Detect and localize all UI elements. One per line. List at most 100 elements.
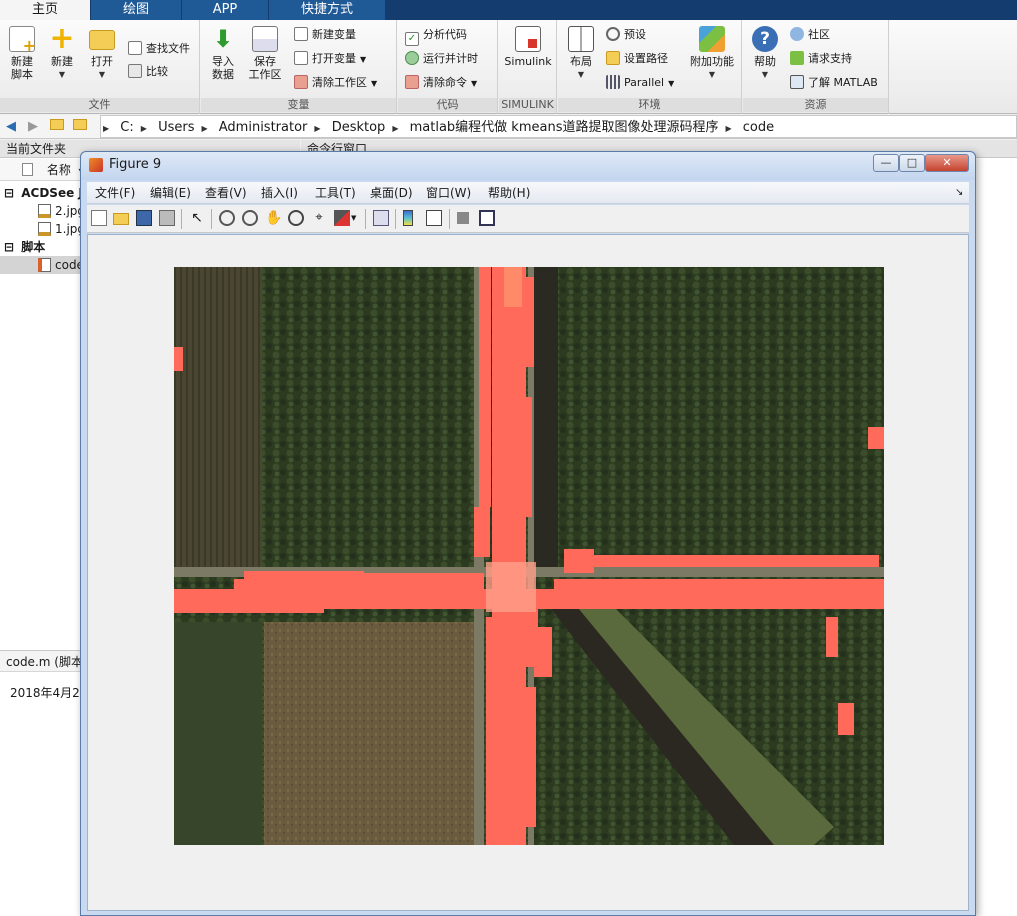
- run-and-time-button[interactable]: 运行并计时: [405, 50, 478, 68]
- collapse-icon: ⊟: [4, 240, 15, 254]
- open-button[interactable]: 打开 ▼: [83, 26, 121, 81]
- help-label: 帮助: [754, 55, 776, 68]
- toolbar-separator: [395, 209, 396, 229]
- crumb-desktop[interactable]: Desktop: [332, 120, 386, 135]
- set-path-button[interactable]: 设置路径: [606, 50, 668, 68]
- menu-tools[interactable]: 工具(T): [315, 182, 356, 204]
- menu-edit[interactable]: 编辑(E): [150, 182, 191, 204]
- simulink-icon: [515, 26, 541, 52]
- up-folder-icon[interactable]: [49, 119, 65, 135]
- layout-button[interactable]: 布局 ▼: [562, 26, 600, 81]
- analyze-code-button[interactable]: ✓ 分析代码: [405, 26, 467, 46]
- new-figure-icon[interactable]: [91, 210, 107, 226]
- learn-matlab-button[interactable]: 了解 MATLAB: [790, 74, 878, 92]
- open-label: 打开: [91, 55, 113, 68]
- crumb-drive[interactable]: C:: [120, 120, 133, 135]
- forest-area: [174, 622, 262, 845]
- new-variable-button[interactable]: 新建变量: [294, 26, 356, 44]
- menu-view[interactable]: 查看(V): [205, 182, 247, 204]
- tab-apps[interactable]: APP: [182, 0, 268, 20]
- dock-arrow-icon[interactable]: ↘: [955, 182, 963, 204]
- figure-title-bar[interactable]: Figure 9 — □ ✕: [81, 152, 975, 180]
- forward-arrow-icon[interactable]: ▶: [25, 119, 41, 135]
- help-button[interactable]: ? 帮助 ▼: [746, 26, 784, 81]
- import-data-button[interactable]: ⬇ 导入 数据: [204, 26, 242, 81]
- new-script-label: 新建 脚本: [11, 55, 33, 81]
- show-tools-icon[interactable]: [479, 210, 495, 226]
- open-variable-button[interactable]: 打开变量 ▼: [294, 50, 366, 68]
- link-icon[interactable]: [373, 210, 389, 226]
- clear-commands-button[interactable]: 清除命令 ▼: [405, 74, 477, 92]
- legend-icon[interactable]: [426, 210, 442, 226]
- parallel-button[interactable]: Parallel ▼: [606, 74, 674, 92]
- menu-insert[interactable]: 插入(I): [261, 182, 298, 204]
- chevron-down-icon[interactable]: ▼: [351, 210, 359, 226]
- brush-icon[interactable]: [334, 210, 350, 226]
- figure-canvas: [87, 234, 969, 911]
- chevron-right-icon: ▶: [314, 124, 321, 133]
- data-cursor-icon[interactable]: ⌖: [311, 210, 327, 226]
- tab-shortcuts[interactable]: 快捷方式: [269, 0, 385, 20]
- crumb-users[interactable]: Users: [158, 120, 194, 135]
- analyze-code-icon: ✓: [405, 32, 419, 46]
- ribbon-group-label: SIMULINK: [499, 98, 556, 112]
- print-icon[interactable]: [159, 210, 175, 226]
- compare-button[interactable]: 比较: [128, 63, 168, 81]
- chevron-down-icon: ▼: [371, 79, 378, 88]
- find-files-button[interactable]: 查找文件: [128, 40, 190, 58]
- new-script-button[interactable]: + 新建 脚本: [3, 26, 41, 81]
- save-icon[interactable]: [136, 210, 152, 226]
- menu-desktop[interactable]: 桌面(D): [370, 182, 413, 204]
- colorbar-icon[interactable]: [403, 210, 413, 226]
- clear-workspace-button[interactable]: 清除工作区 ▼: [294, 74, 377, 92]
- ribbon-group-code: ✓ 分析代码 运行并计时 清除命令 ▼ 代码: [398, 20, 498, 114]
- find-files-label: 查找文件: [146, 42, 190, 55]
- ribbon-group-simulink: Simulink SIMULINK: [499, 20, 557, 114]
- layout-icon: [568, 26, 594, 52]
- clear-workspace-label: 清除工作区: [312, 76, 367, 89]
- crumb-administrator[interactable]: Administrator: [219, 120, 308, 135]
- crumb-code[interactable]: code: [743, 120, 774, 135]
- path-field[interactable]: ▶ C: ▶ Users ▶ Administrator ▶ Desktop ▶ mat…: [100, 115, 1017, 138]
- new-button[interactable]: + 新建 ▼: [43, 24, 81, 81]
- learn-matlab-icon: [790, 75, 804, 89]
- new-variable-label: 新建变量: [312, 28, 356, 41]
- menu-file[interactable]: 文件(F): [95, 182, 135, 204]
- addons-button[interactable]: 附加功能 ▼: [686, 26, 738, 81]
- clear-commands-label: 清除命令: [423, 76, 467, 89]
- jpg-file-icon: [38, 204, 51, 218]
- pan-icon[interactable]: ✋: [265, 210, 282, 226]
- tab-plots[interactable]: 绘图: [91, 0, 181, 20]
- preferences-button[interactable]: 预设: [606, 26, 646, 44]
- crumb-project[interactable]: matlab编程代做 kmeans道路提取图像处理源码程序: [410, 120, 719, 135]
- file-icon: [22, 163, 33, 176]
- community-button[interactable]: 社区: [790, 26, 830, 44]
- chevron-down-icon: ▼: [708, 70, 716, 79]
- ribbon-group-variable: ⬇ 导入 数据 保存 工作区 新建变量 打开变量 ▼ 清除工作区 ▼ 变量: [201, 20, 397, 114]
- set-path-label: 设置路径: [624, 52, 668, 65]
- column-name-header[interactable]: 名称: [47, 163, 71, 177]
- maximize-button[interactable]: □: [899, 154, 925, 172]
- minimize-button[interactable]: —: [873, 154, 899, 172]
- pointer-icon[interactable]: ↖: [189, 210, 205, 226]
- request-support-button[interactable]: 请求支持: [790, 50, 852, 68]
- menu-help[interactable]: 帮助(H): [488, 182, 530, 204]
- zoom-in-icon[interactable]: [219, 210, 235, 226]
- rotate-icon[interactable]: [288, 210, 304, 226]
- import-data-label: 导入 数据: [212, 55, 234, 81]
- matlab-logo-icon: [89, 158, 103, 172]
- simulink-button[interactable]: Simulink: [501, 26, 555, 68]
- hide-tools-icon[interactable]: [457, 212, 469, 224]
- chevron-right-icon: ▶: [140, 124, 147, 133]
- road-segmentation-image[interactable]: [174, 267, 884, 845]
- open-file-icon[interactable]: [113, 213, 129, 225]
- save-workspace-button[interactable]: 保存 工作区: [246, 26, 284, 81]
- close-button[interactable]: ✕: [925, 154, 969, 172]
- browse-folder-icon[interactable]: [72, 119, 88, 135]
- menu-window[interactable]: 窗口(W): [426, 182, 471, 204]
- zoom-out-icon[interactable]: [242, 210, 258, 226]
- intersection: [486, 562, 536, 612]
- learn-matlab-label: 了解 MATLAB: [808, 76, 878, 89]
- tab-home[interactable]: 主页: [0, 0, 90, 20]
- back-arrow-icon[interactable]: ◀: [3, 119, 19, 135]
